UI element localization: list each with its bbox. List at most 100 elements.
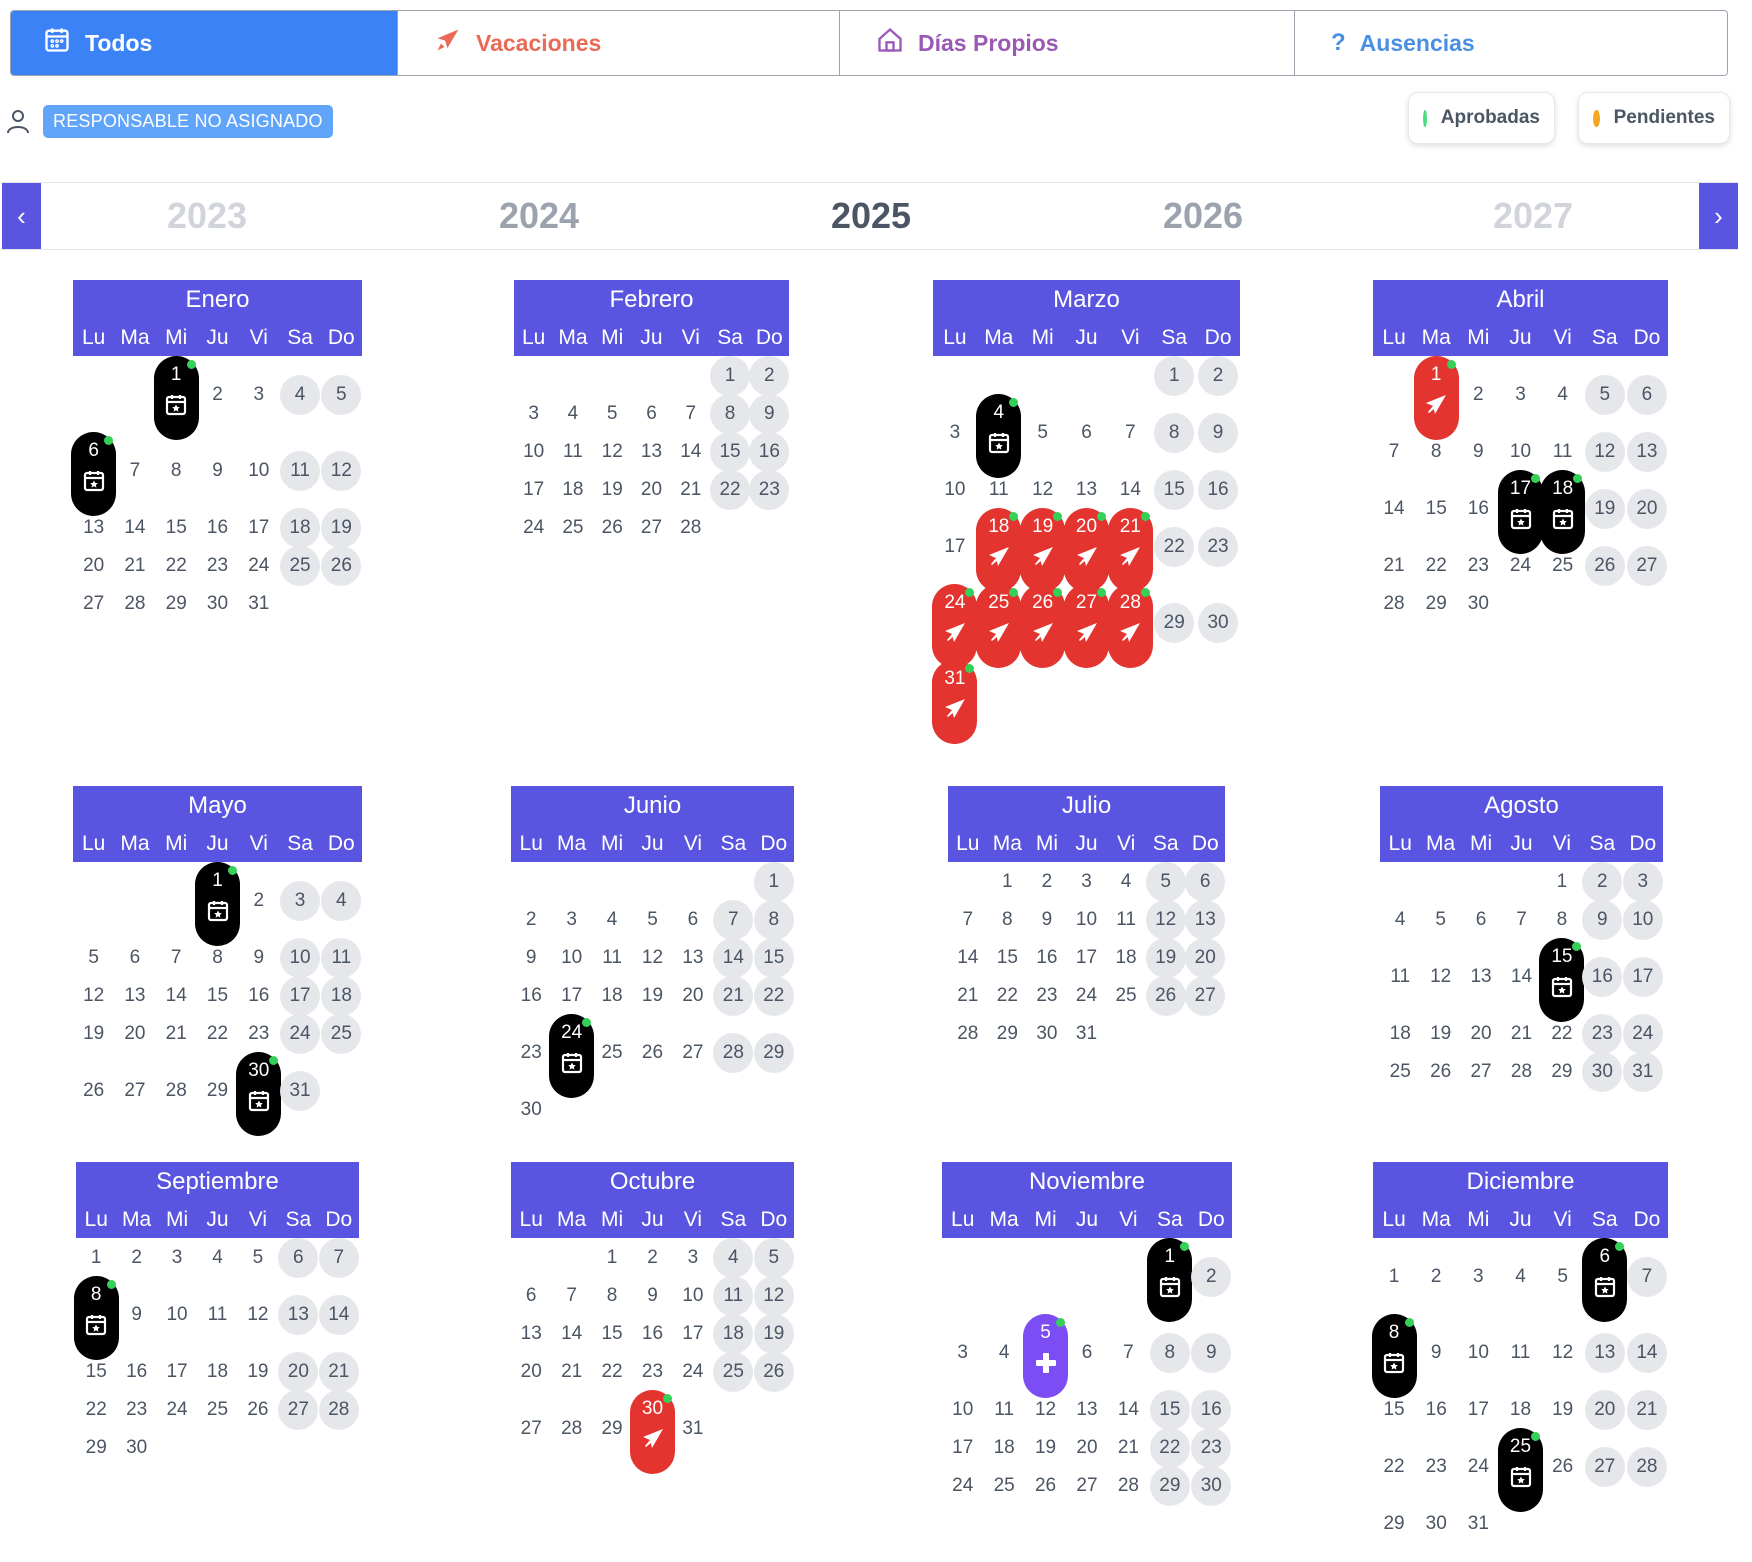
day-cell[interactable]: 11	[1501, 1333, 1541, 1373]
day-cell[interactable]: 14	[318, 1295, 359, 1335]
day-cell[interactable]: 28	[713, 1033, 754, 1073]
day-cell[interactable]: 4	[1543, 375, 1583, 415]
day-cell[interactable]: 13	[115, 976, 155, 1016]
day-cell[interactable]: 26	[238, 1390, 278, 1430]
day-cell[interactable]: 16	[239, 976, 279, 1016]
day-cell[interactable]: 19	[238, 1352, 278, 1392]
day-cell[interactable]: 25	[553, 508, 593, 548]
day-cell[interactable]: 19	[1543, 1390, 1583, 1430]
day-cell[interactable]: 14	[1108, 1390, 1148, 1430]
day-cell[interactable]: 12	[238, 1295, 278, 1335]
day-cell[interactable]: 30	[1416, 1504, 1456, 1544]
day-cell[interactable]: 29	[1374, 1504, 1414, 1544]
day-cell[interactable]: 24	[1622, 1014, 1663, 1054]
day-cell[interactable]: 28	[1502, 1052, 1542, 1092]
day-cell[interactable]: 7	[713, 900, 754, 940]
day-cell[interactable]: 2	[1191, 1257, 1232, 1297]
day-cell[interactable]: 25	[1543, 546, 1583, 586]
day-event-pill[interactable]: 4	[976, 394, 1022, 478]
day-cell[interactable]: 16	[511, 976, 551, 1016]
day-cell[interactable]: 20	[1626, 489, 1667, 529]
day-cell[interactable]: 26	[1145, 976, 1186, 1016]
day-cell[interactable]: 10	[943, 1390, 983, 1430]
day-cell[interactable]: 9	[1582, 900, 1623, 940]
day-cell[interactable]: 28	[948, 1014, 988, 1054]
day-cell[interactable]: 22	[1154, 527, 1195, 567]
day-cell[interactable]: 16	[1458, 489, 1498, 529]
day-cell[interactable]: 21	[115, 546, 155, 586]
day-cell[interactable]: 30	[511, 1090, 551, 1130]
day-cell[interactable]: 8	[1416, 432, 1456, 472]
day-cell[interactable]: 18	[553, 470, 593, 510]
day-cell[interactable]: 31	[280, 1071, 321, 1111]
day-cell[interactable]: 7	[1108, 1333, 1148, 1373]
day-cell[interactable]: 19	[321, 508, 362, 548]
day-cell[interactable]: 21	[1374, 546, 1414, 586]
day-cell[interactable]: 28	[318, 1390, 359, 1430]
day-cell[interactable]: 30	[1027, 1014, 1067, 1054]
day-cell[interactable]: 29	[198, 1071, 238, 1111]
day-cell[interactable]: 2	[1458, 375, 1498, 415]
day-cell[interactable]: 7	[671, 394, 711, 434]
day-cell[interactable]: 14	[115, 508, 155, 548]
day-cell[interactable]: 6	[1185, 862, 1226, 902]
day-cell[interactable]: 28	[156, 1071, 196, 1111]
day-cell[interactable]: 13	[1584, 1333, 1625, 1373]
year-2027[interactable]: 2027	[1493, 183, 1573, 249]
day-cell[interactable]: 12	[1145, 900, 1186, 940]
day-cell[interactable]: 13	[673, 938, 713, 978]
day-event-pill[interactable]: 25	[1498, 1428, 1543, 1512]
day-cell[interactable]: 4	[1106, 862, 1146, 902]
day-cell[interactable]: 3	[239, 375, 279, 415]
day-cell[interactable]: 16	[1582, 957, 1623, 997]
day-event-pill[interactable]: 24	[549, 1014, 595, 1098]
day-event-pill[interactable]: 18	[976, 508, 1022, 592]
day-cell[interactable]: 18	[713, 1314, 754, 1354]
day-cell[interactable]: 15	[76, 1352, 116, 1392]
day-cell[interactable]: 1	[76, 1238, 116, 1278]
day-cell[interactable]: 22	[76, 1390, 116, 1430]
day-cell[interactable]: 16	[1027, 938, 1067, 978]
day-cell[interactable]: 19	[74, 1014, 114, 1054]
day-cell[interactable]: 27	[1067, 1466, 1107, 1506]
prev-year-button[interactable]: ‹	[2, 183, 41, 249]
day-cell[interactable]: 24	[943, 1466, 983, 1506]
day-cell[interactable]: 27	[278, 1390, 319, 1430]
day-cell[interactable]: 16	[749, 432, 790, 472]
day-cell[interactable]: 12	[74, 976, 114, 1016]
day-event-pill[interactable]: 6	[71, 432, 117, 516]
day-event-pill[interactable]: 18	[1540, 470, 1586, 554]
day-cell[interactable]: 27	[1461, 1052, 1501, 1092]
day-cell[interactable]: 29	[1154, 603, 1195, 643]
day-cell[interactable]: 12	[1026, 1390, 1066, 1430]
day-cell[interactable]: 14	[948, 938, 988, 978]
day-cell[interactable]: 3	[935, 413, 975, 453]
day-cell[interactable]: 31	[1458, 1504, 1498, 1544]
day-cell[interactable]: 13	[1626, 432, 1667, 472]
day-cell[interactable]: 11	[553, 432, 593, 472]
day-cell[interactable]: 27	[74, 584, 114, 624]
day-cell[interactable]: 23	[1191, 1428, 1232, 1468]
day-cell[interactable]: 21	[1502, 1014, 1542, 1054]
day-cell[interactable]: 26	[753, 1352, 794, 1392]
day-cell[interactable]: 4	[713, 1238, 754, 1278]
day-cell[interactable]: 28	[115, 584, 155, 624]
day-cell[interactable]: 29	[1149, 1466, 1190, 1506]
day-cell[interactable]: 16	[633, 1314, 673, 1354]
year-2023[interactable]: 2023	[167, 183, 247, 249]
day-event-pill[interactable]: 5	[1023, 1314, 1069, 1398]
day-cell[interactable]: 26	[321, 546, 362, 586]
day-cell[interactable]: 30	[1191, 1466, 1232, 1506]
day-cell[interactable]: 2	[117, 1238, 157, 1278]
day-cell[interactable]: 29	[753, 1033, 794, 1073]
day-cell[interactable]: 22	[1149, 1428, 1190, 1468]
day-cell[interactable]: 6	[278, 1238, 319, 1278]
day-cell[interactable]: 11	[979, 470, 1019, 510]
day-cell[interactable]: 23	[1027, 976, 1067, 1016]
day-cell[interactable]: 11	[321, 938, 362, 978]
day-cell[interactable]: 22	[156, 546, 196, 586]
day-cell[interactable]: 3	[1501, 375, 1541, 415]
day-cell[interactable]: 25	[198, 1390, 238, 1430]
day-cell[interactable]: 15	[753, 938, 794, 978]
day-cell[interactable]: 5	[753, 1238, 794, 1278]
